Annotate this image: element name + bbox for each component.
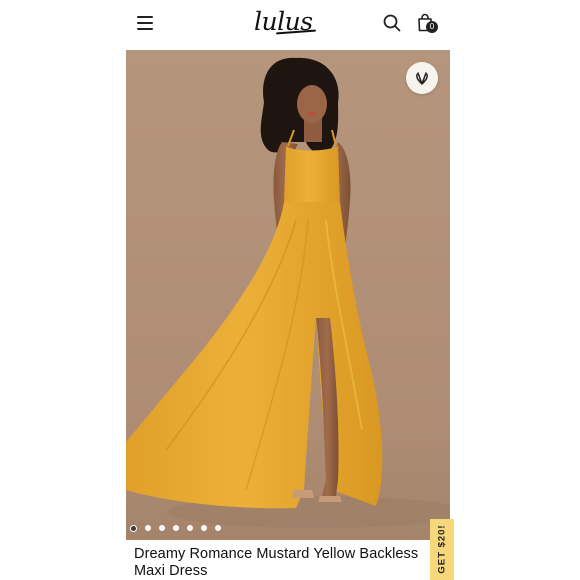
shopping-bag-button[interactable]: 0 [415, 11, 439, 35]
heart-icon [416, 72, 428, 85]
carousel-dot[interactable] [215, 525, 221, 531]
carousel-dot[interactable] [159, 525, 165, 531]
hamburger-menu-icon[interactable] [137, 16, 153, 30]
promo-tab[interactable]: GET $20! [430, 519, 454, 580]
carousel-dot[interactable] [145, 525, 151, 531]
carousel-dot[interactable] [187, 525, 193, 531]
dress-photo [126, 50, 450, 540]
carousel-dot[interactable] [173, 525, 179, 531]
wishlist-button[interactable] [406, 62, 438, 94]
carousel-dot[interactable] [130, 525, 137, 532]
carousel-dot[interactable] [201, 525, 207, 531]
search-icon[interactable] [383, 14, 401, 32]
image-carousel-dots [130, 525, 221, 533]
product-title: Dreamy Romance Mustard Yellow Backless M… [134, 546, 419, 579]
product-page: lulus 0 Dreamy Romance Mustard Yellow Ba… [0, 0, 580, 580]
bag-count-badge: 0 [426, 21, 438, 33]
promo-label: GET $20! [436, 524, 448, 574]
site-header: lulus 0 [126, 0, 450, 48]
product-image[interactable] [126, 50, 450, 540]
